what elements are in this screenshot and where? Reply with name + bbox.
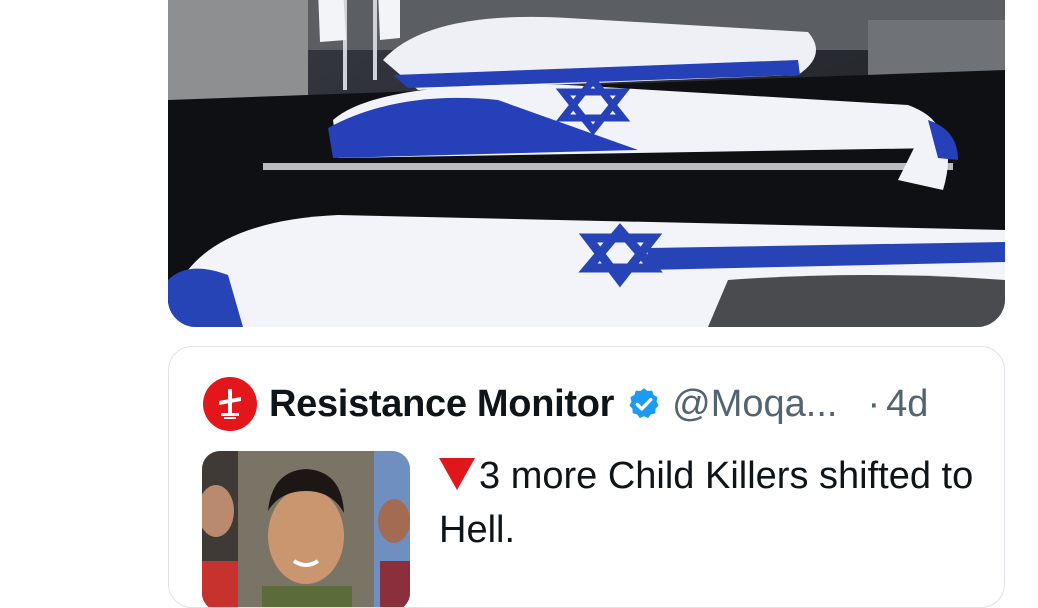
emblem-icon — [219, 389, 241, 419]
author-handle[interactable]: @Moqa... — [672, 383, 837, 426]
quoted-tweet-thumbnail[interactable] — [202, 451, 410, 607]
verified-badge-icon — [626, 386, 662, 422]
tweet-media-image[interactable] — [168, 0, 1005, 327]
quoted-tweet-header: Resistance Monitor @Moqa... · 4d — [203, 377, 928, 431]
quoted-tweet-text-block: 3 more Child Killers shifted to Hell. — [439, 449, 979, 557]
quoted-tweet-text: 3 more Child Killers shifted to Hell. — [439, 455, 974, 551]
post-time[interactable]: 4d — [886, 383, 928, 426]
header-separator: · — [867, 382, 881, 425]
flag-draped-coffins-photo — [168, 0, 1005, 327]
portrait-photos — [202, 451, 410, 607]
red-triangle-icon — [439, 458, 475, 490]
author-name[interactable]: Resistance Monitor — [269, 383, 614, 426]
avatar[interactable] — [203, 377, 257, 431]
quoted-tweet-card[interactable]: Resistance Monitor @Moqa... · 4d 3 more … — [168, 346, 1005, 608]
